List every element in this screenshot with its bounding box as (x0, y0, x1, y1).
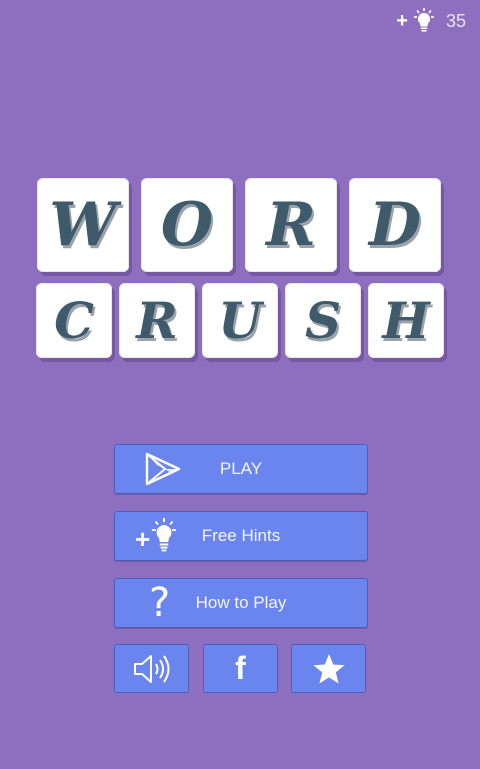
hint-plus-label: + (396, 10, 408, 32)
play-label: PLAY (219, 459, 263, 478)
title-tile: W (37, 178, 129, 272)
title-letter: W (49, 190, 117, 260)
star-icon (312, 653, 345, 683)
speaker-icon (133, 654, 169, 683)
title-letter: U (218, 290, 262, 350)
free-hints-label: Free Hints (201, 526, 281, 545)
how-to-play-label: How to Play (195, 593, 287, 612)
how-to-play-button[interactable]: ? How to Play (114, 578, 368, 628)
main-menu-screen: + 35 W O R D C R U S H PLAY + Free Hints… (0, 0, 480, 769)
title-letter: D (368, 190, 422, 260)
facebook-button[interactable]: f (203, 644, 278, 693)
title-tile: H (368, 283, 444, 358)
lightbulb-icon (413, 8, 434, 32)
title-letter: R (266, 190, 316, 260)
facebook-icon: f (235, 650, 246, 686)
free-hints-button[interactable]: + Free Hints (114, 511, 368, 561)
title-letter: O (160, 190, 214, 260)
title-tile: D (349, 178, 441, 272)
hint-count: 35 (445, 10, 466, 31)
title-tile: R (119, 283, 195, 358)
title-tile: U (202, 283, 278, 358)
sound-button[interactable] (114, 644, 189, 693)
rate-button[interactable] (291, 644, 366, 693)
title-letter: C (54, 290, 94, 350)
title-letter: S (304, 290, 342, 350)
hint-counter[interactable]: + 35 (396, 8, 466, 34)
title-tile: O (141, 178, 233, 272)
title-letter: H (382, 290, 430, 350)
title-tile: S (285, 283, 361, 358)
title-letter: R (136, 290, 178, 350)
title-tile: R (245, 178, 337, 272)
play-button[interactable]: PLAY (114, 444, 368, 494)
title-tile: C (36, 283, 112, 358)
